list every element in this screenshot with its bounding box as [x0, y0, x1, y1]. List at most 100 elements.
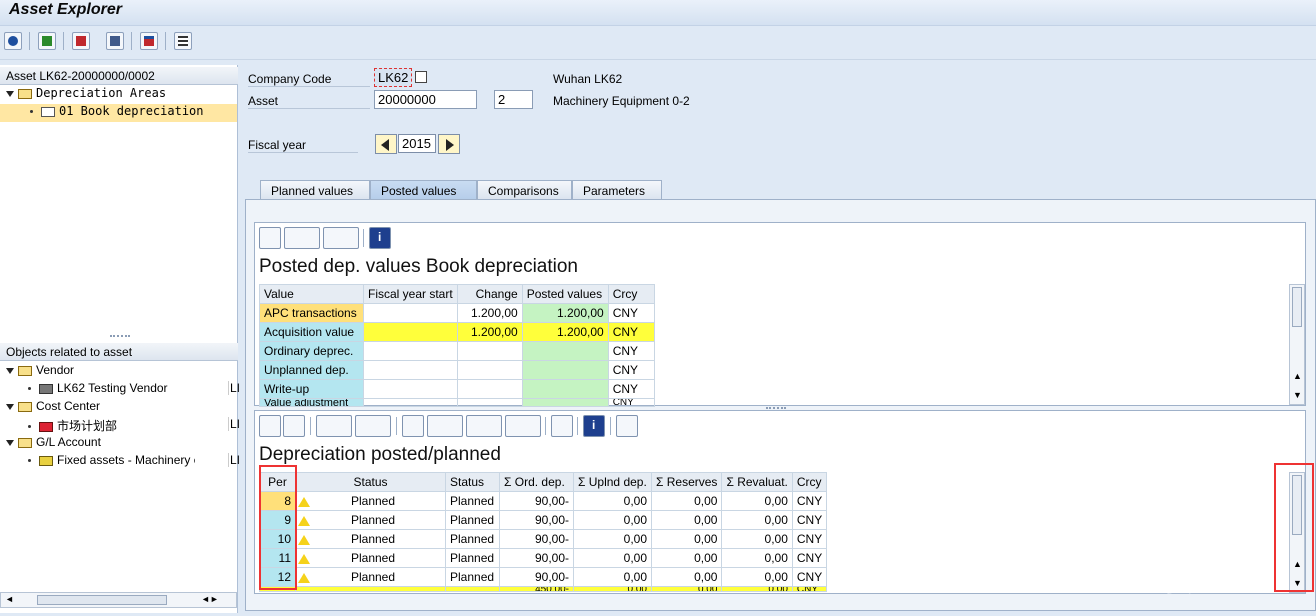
- cell[interactable]: 0,00: [573, 491, 652, 511]
- cell[interactable]: [521, 398, 609, 407]
- table-row[interactable]: Unplanned dep. CNY: [259, 360, 655, 380]
- cell[interactable]: [363, 303, 458, 323]
- cell[interactable]: 1.200,00: [456, 322, 523, 342]
- cell[interactable]: CNY: [607, 303, 655, 323]
- cell[interactable]: Planned: [445, 567, 500, 587]
- cell[interactable]: [363, 322, 458, 342]
- cell[interactable]: [363, 379, 458, 399]
- cell[interactable]: [521, 341, 609, 361]
- value-cell[interactable]: APC transactions: [259, 303, 364, 323]
- hierarchy-icon[interactable]: [140, 32, 158, 50]
- splitter-handle[interactable]: [110, 335, 130, 337]
- cell[interactable]: CNY: [791, 586, 828, 592]
- scroll-up-icon[interactable]: ▲: [1293, 371, 1302, 381]
- cell[interactable]: CNY: [791, 510, 828, 530]
- cell[interactable]: 0,00: [721, 586, 793, 592]
- cell[interactable]: [456, 360, 523, 380]
- cell[interactable]: [456, 398, 523, 407]
- export-menu-icon[interactable]: [323, 227, 359, 249]
- list-icon[interactable]: [174, 32, 192, 50]
- cell[interactable]: 1.200,00: [456, 303, 523, 323]
- value-cell[interactable]: Unplanned dep.: [259, 360, 364, 380]
- cell[interactable]: CNY: [791, 491, 828, 511]
- cell[interactable]: [295, 586, 446, 592]
- cell[interactable]: 0,00: [650, 491, 723, 511]
- structure-red-icon[interactable]: [72, 32, 90, 50]
- column-header[interactable]: Σ Uplnd dep.: [573, 472, 652, 492]
- cell[interactable]: CNY: [607, 322, 655, 342]
- sum-menu-icon[interactable]: [316, 415, 352, 437]
- expand-arrow-icon[interactable]: [6, 367, 14, 374]
- value-cell[interactable]: Value adjustment: [259, 398, 364, 407]
- expand-arrow-icon[interactable]: [6, 90, 14, 97]
- print-preview-icon[interactable]: [259, 415, 281, 437]
- refresh-icon[interactable]: [4, 32, 22, 50]
- horizontal-scrollbar[interactable]: ◄ ◄►: [0, 592, 237, 608]
- column-header[interactable]: Σ Ord. dep.: [499, 472, 574, 492]
- tab-planned-values[interactable]: Planned values: [260, 180, 370, 200]
- table-row[interactable]: 8 Planned Planned 90,00- 0,00 0,00 0,00 …: [259, 491, 828, 511]
- cell[interactable]: 0,00: [573, 567, 652, 587]
- column-header[interactable]: Status: [295, 472, 446, 492]
- column-header[interactable]: Σ Revaluat.: [721, 472, 793, 492]
- cell[interactable]: Planned: [445, 548, 500, 568]
- copy-icon[interactable]: [415, 71, 427, 83]
- column-header[interactable]: Fiscal year start: [363, 284, 458, 304]
- tree-node-gl-account[interactable]: G/L Account: [6, 435, 101, 453]
- scroll-right-icon[interactable]: ◄►: [201, 594, 219, 604]
- table-row[interactable]: Write-up CNY: [259, 379, 655, 399]
- value-cell[interactable]: Ordinary deprec.: [259, 341, 364, 361]
- tree-node-vendor-item[interactable]: LK62 Testing Vendor LI: [28, 381, 240, 399]
- scroll-down-icon[interactable]: ▼: [1293, 390, 1302, 400]
- cell[interactable]: [456, 379, 523, 399]
- column-header[interactable]: Status: [445, 472, 500, 492]
- splitter-handle[interactable]: [766, 407, 786, 409]
- cell[interactable]: [445, 586, 500, 592]
- cell[interactable]: 0,00: [573, 529, 652, 549]
- table-row[interactable]: 10 Planned Planned 90,00- 0,00 0,00 0,00…: [259, 529, 828, 549]
- scroll-left-icon[interactable]: ◄: [5, 594, 14, 604]
- column-header[interactable]: Crcy: [791, 472, 828, 492]
- cell[interactable]: 90,00-: [499, 529, 574, 549]
- cell[interactable]: [363, 360, 458, 380]
- table-row[interactable]: 11 Planned Planned 90,00- 0,00 0,00 0,00…: [259, 548, 828, 568]
- tab-parameters[interactable]: Parameters: [572, 180, 662, 200]
- previous-year-button[interactable]: [375, 134, 397, 154]
- total-row[interactable]: 450,00- 0,00 0,00 0,00 CNY: [259, 586, 828, 592]
- next-year-button[interactable]: [438, 134, 460, 154]
- cell[interactable]: 90,00-: [499, 548, 574, 568]
- cell[interactable]: 0,00: [650, 510, 723, 530]
- scroll-thumb[interactable]: [37, 595, 167, 605]
- tab-posted-values[interactable]: Posted values: [370, 180, 477, 200]
- cell[interactable]: CNY: [607, 379, 655, 399]
- cell[interactable]: [456, 341, 523, 361]
- tree-node-book-depreciation[interactable]: 01 Book depreciation: [0, 104, 237, 122]
- expand-arrow-icon[interactable]: [6, 439, 14, 446]
- view-menu-icon[interactable]: [427, 415, 463, 437]
- scroll-thumb[interactable]: [1292, 287, 1302, 327]
- cell[interactable]: [521, 360, 609, 380]
- cell[interactable]: 0,00: [650, 548, 723, 568]
- cell[interactable]: 0,00: [573, 510, 652, 530]
- tree-node-gl-item[interactable]: Fixed assets - Machinery equip LI: [28, 453, 240, 471]
- tree-node-cost-center[interactable]: Cost Center: [6, 399, 100, 417]
- column-header[interactable]: Change: [456, 284, 523, 304]
- value-cell[interactable]: Write-up: [259, 379, 364, 399]
- print-icon[interactable]: [402, 415, 424, 437]
- cell[interactable]: 0,00: [721, 548, 793, 568]
- company-code-field[interactable]: LK62: [374, 68, 412, 87]
- column-header[interactable]: Crcy: [607, 284, 655, 304]
- cell[interactable]: CNY: [791, 529, 828, 549]
- asset-number-field[interactable]: 20000000: [374, 90, 477, 109]
- cell[interactable]: 90,00-: [499, 510, 574, 530]
- cell[interactable]: 0,00: [721, 567, 793, 587]
- filter-icon[interactable]: [283, 415, 305, 437]
- table-row[interactable]: Value adjustment CNY: [259, 398, 655, 407]
- export-menu-icon[interactable]: [466, 415, 502, 437]
- table-row[interactable]: 9 Planned Planned 90,00- 0,00 0,00 0,00 …: [259, 510, 828, 530]
- asset-subnumber-field[interactable]: 2: [494, 90, 533, 109]
- subtotal-menu-icon[interactable]: [355, 415, 391, 437]
- column-header[interactable]: Σ Reserves: [650, 472, 723, 492]
- cell[interactable]: 1.200,00: [521, 322, 609, 342]
- table-row[interactable]: Ordinary deprec. CNY: [259, 341, 655, 361]
